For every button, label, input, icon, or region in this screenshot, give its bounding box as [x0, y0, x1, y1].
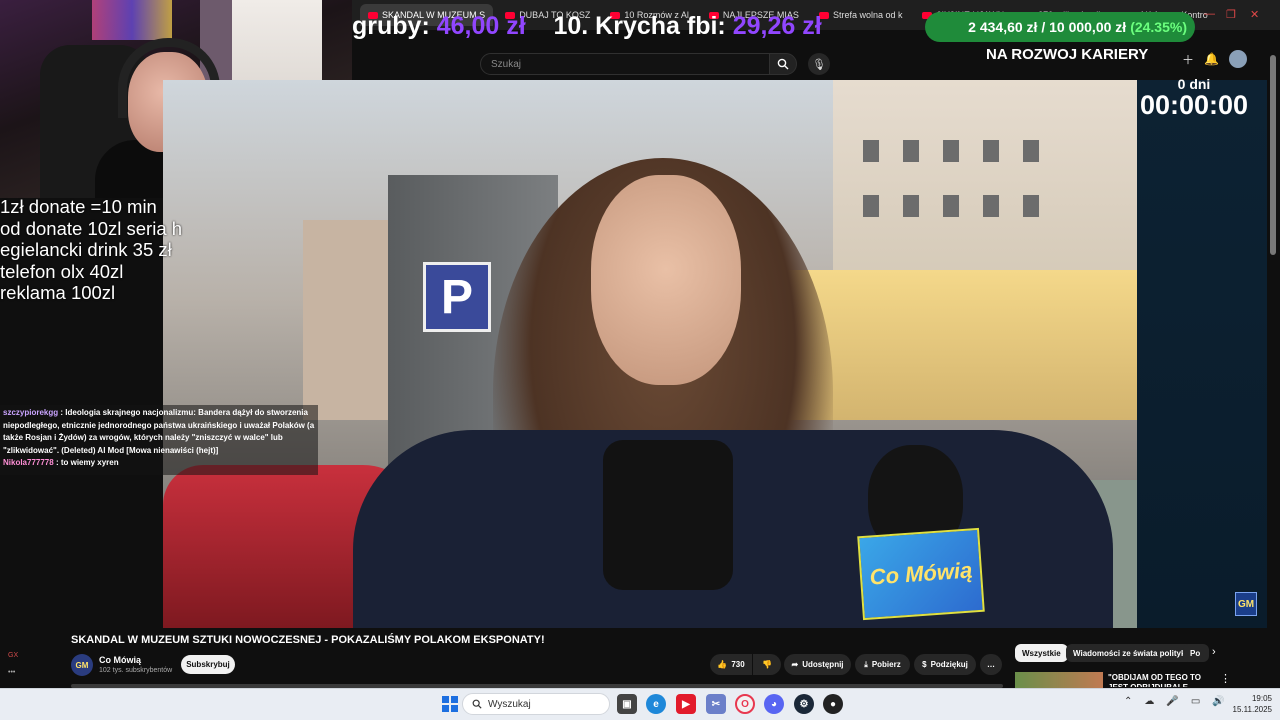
video-player[interactable]: P Co Mówią — [163, 80, 1137, 628]
channel-avatar[interactable]: GM — [71, 654, 93, 676]
donation-banner: gruby: 46,00 zł 10. Krycha fbi: 29,26 zł — [352, 12, 932, 48]
timer-panel — [1137, 80, 1267, 628]
chip-next[interactable]: Po — [1183, 644, 1209, 662]
donation-line: reklama 100zl — [0, 282, 116, 303]
donation-line: 1zł donate =10 min — [0, 196, 157, 217]
notifications-icon[interactable]: 🔔 — [1204, 52, 1219, 66]
search-input[interactable]: Szukaj — [480, 53, 770, 75]
recommended-menu-icon[interactable]: ⋮ — [1220, 672, 1231, 685]
subscribe-button[interactable]: Subskrybuj — [181, 655, 235, 674]
edge-icon[interactable]: e — [646, 694, 666, 714]
restore-icon[interactable]: ❐ — [1226, 8, 1236, 21]
banner-right-value: 29,26 zł — [732, 12, 822, 40]
donation-line: od donate 10zl seria h — [0, 217, 183, 239]
discord-icon[interactable]: ◕ — [764, 694, 784, 714]
subscriber-count: 102 tys. subskrybentów — [99, 667, 173, 674]
obs-icon[interactable]: ● — [823, 694, 843, 714]
like-count: 730 — [731, 660, 745, 669]
windows-taskbar — [0, 688, 1280, 720]
download-button[interactable]: ⤓ Pobierz — [855, 654, 910, 675]
sidebar-more[interactable]: ••• — [8, 669, 30, 676]
cloud-icon[interactable]: ☁ — [1144, 696, 1154, 707]
microphone-icon[interactable]: 🎤 — [1166, 696, 1178, 707]
video-title: SKANDAL W MUZEUM SZTUKI NOWOCZESNEJ - PO… — [71, 634, 545, 646]
opera-icon[interactable]: O — [735, 694, 755, 714]
timer: 00:00:00 — [1139, 90, 1249, 120]
start-icon[interactable] — [440, 694, 460, 714]
taskbar-search-placeholder: Wyszukaj — [488, 698, 531, 710]
volume-icon[interactable]: 🔊 — [1212, 696, 1224, 707]
voice-search-button[interactable]: 🎙 — [808, 53, 830, 75]
chat-overlay: szczypiorekgg : Ideologia skrajnego nacj… — [0, 405, 318, 475]
recommended-thumbnail[interactable] — [1015, 672, 1103, 688]
share-label: Udostępnij — [802, 660, 844, 669]
snipping-tool-icon[interactable]: ✂ — [706, 694, 726, 714]
microphone-flag: Co Mówią — [857, 527, 985, 621]
channel-logo-watermark: GM — [1235, 592, 1257, 616]
search-placeholder: Szukaj — [491, 59, 522, 70]
banner-left-label: gruby: — [352, 12, 430, 40]
system-tray: ⌃ ☁ 🎤 ▭ 🔊 — [1124, 696, 1225, 707]
career-label: NA ROZWOJ KARIERY — [986, 46, 1149, 63]
thanks-button[interactable]: $ Podziękuj — [914, 654, 976, 675]
avatar[interactable] — [1228, 50, 1247, 68]
microphone-icon: 🎙 — [812, 58, 826, 71]
task-view-icon[interactable]: ▣ — [617, 694, 637, 714]
network-icon[interactable]: ▭ — [1191, 696, 1200, 707]
recommended-title[interactable]: "OBDIJAM OD TEGO TO JEST ODBIJDUBALE MAL… — [1108, 673, 1218, 687]
taskbar-search[interactable]: Wyszukaj — [462, 693, 610, 715]
close-window-icon[interactable]: ✕ — [1250, 8, 1259, 21]
minimize-icon[interactable]: — — [1204, 8, 1215, 20]
thumbs-down-icon: 👎 — [762, 660, 772, 669]
goal-percent: (24.35%) — [1130, 19, 1187, 35]
thanks-label: Podziękuj — [930, 660, 968, 669]
share-button[interactable]: ➦ Udostępnij — [784, 654, 851, 675]
download-icon: ⤓ — [864, 659, 868, 669]
chat-message: Nikola777778 : to wiemy xyren — [3, 457, 315, 470]
search-icon — [472, 699, 482, 709]
create-icon[interactable]: ＋ — [1182, 51, 1194, 68]
banner-right-label: 10. Krycha fbi: — [553, 12, 726, 40]
page-scrollbar[interactable] — [1270, 55, 1276, 255]
clock-time: 19:05 — [1251, 694, 1272, 703]
sidebar-badge[interactable]: GX — [8, 652, 30, 659]
browser-sidebar: GX ••• — [0, 628, 30, 688]
chat-text: : to wiemy xyren — [55, 458, 119, 467]
youtube-app-icon[interactable]: ▶ — [676, 694, 696, 714]
chip-all[interactable]: Wszystkie — [1015, 644, 1068, 662]
chevron-up-icon[interactable]: ⌃ — [1124, 696, 1132, 707]
dislike-button[interactable]: 👎 — [753, 654, 781, 675]
chip-politics[interactable]: Wiadomości ze świata polityki — [1066, 644, 1195, 662]
taskbar-clock[interactable]: 19:05 15.11.2025 — [1226, 693, 1272, 715]
donation-line: telefon olx 40zl — [0, 260, 124, 282]
banner-left-value: 46,00 zł — [436, 12, 526, 40]
thumbs-up-icon: 👍 — [717, 660, 728, 669]
search-button[interactable] — [769, 53, 797, 75]
steam-icon[interactable]: ⚙ — [794, 694, 814, 714]
clock-date: 15.11.2025 — [1232, 705, 1272, 714]
like-button[interactable]: 👍 730 — [710, 654, 752, 675]
header-icons: ＋ 🔔 — [1182, 50, 1247, 68]
chat-username: szczypiorekgg — [3, 408, 59, 417]
thanks-icon: $ — [922, 660, 927, 669]
share-icon: ➦ — [791, 660, 799, 669]
chevron-right-icon[interactable]: › — [1212, 646, 1216, 658]
donation-goal-bar: 2 434,60 zł / 10 000,00 zł (24.35%) — [925, 12, 1195, 42]
donation-price-list: 1zł donate =10 min od donate 10zl seria … — [0, 196, 185, 304]
more-actions-button[interactable]: … — [980, 654, 1002, 675]
donation-line: egielancki drink 35 zł — [0, 239, 172, 260]
chat-username: Nikola777778 — [3, 458, 54, 467]
download-label: Pobierz — [871, 660, 901, 669]
search-icon — [777, 58, 789, 70]
channel-name[interactable]: Co Mówią — [99, 655, 141, 665]
parking-sign: P — [423, 262, 491, 332]
goal-text: 2 434,60 zł / 10 000,00 zł — [968, 19, 1127, 35]
chat-message: szczypiorekgg : Ideologia skrajnego nacj… — [3, 407, 315, 457]
